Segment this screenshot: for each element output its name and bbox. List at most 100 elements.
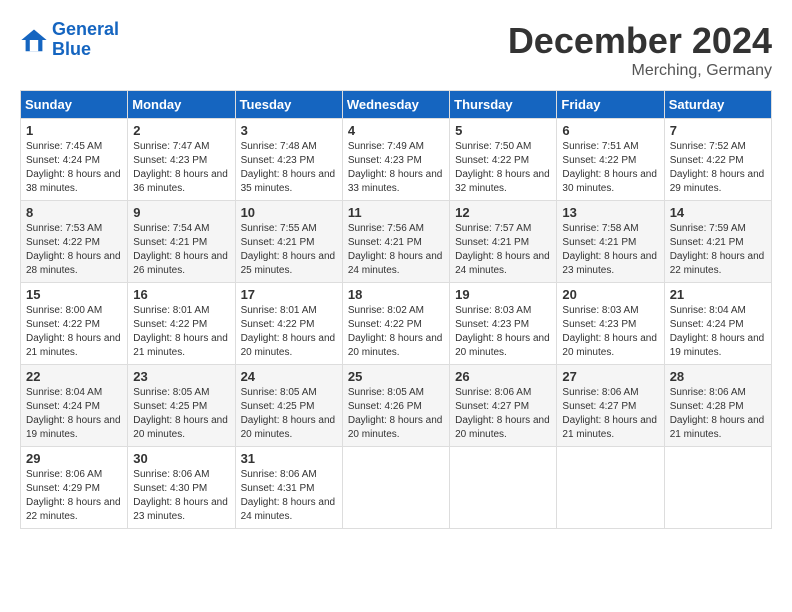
daylight-text: Daylight: 8 hours and 28 minutes. [26, 250, 122, 278]
daylight-text: Daylight: 8 hours and 22 minutes. [26, 496, 122, 524]
day-info: Sunrise: 8:04 AM Sunset: 4:24 PM Dayligh… [670, 304, 766, 360]
calendar-day-cell: 28 Sunrise: 8:06 AM Sunset: 4:28 PM Dayl… [664, 365, 771, 447]
day-number: 9 [133, 205, 229, 220]
daylight-text: Daylight: 8 hours and 20 minutes. [455, 332, 551, 360]
sunset-text: Sunset: 4:23 PM [562, 318, 658, 332]
sunrise-text: Sunrise: 7:53 AM [26, 222, 122, 236]
location: Merching, Germany [508, 62, 772, 80]
day-number: 14 [670, 205, 766, 220]
sunset-text: Sunset: 4:23 PM [133, 154, 229, 168]
day-number: 8 [26, 205, 122, 220]
calendar-day-cell: 2 Sunrise: 7:47 AM Sunset: 4:23 PM Dayli… [128, 119, 235, 201]
day-number: 6 [562, 123, 658, 138]
sunrise-text: Sunrise: 8:00 AM [26, 304, 122, 318]
daylight-text: Daylight: 8 hours and 36 minutes. [133, 168, 229, 196]
daylight-text: Daylight: 8 hours and 20 minutes. [562, 332, 658, 360]
calendar-week-row: 8 Sunrise: 7:53 AM Sunset: 4:22 PM Dayli… [21, 201, 772, 283]
month-title: December 2024 [508, 20, 772, 62]
calendar-header: SundayMondayTuesdayWednesdayThursdayFrid… [21, 91, 772, 119]
day-info: Sunrise: 8:01 AM Sunset: 4:22 PM Dayligh… [133, 304, 229, 360]
calendar-day-cell: 13 Sunrise: 7:58 AM Sunset: 4:21 PM Dayl… [557, 201, 664, 283]
day-info: Sunrise: 7:45 AM Sunset: 4:24 PM Dayligh… [26, 140, 122, 196]
sunset-text: Sunset: 4:22 PM [133, 318, 229, 332]
day-number: 21 [670, 287, 766, 302]
sunset-text: Sunset: 4:23 PM [241, 154, 337, 168]
calendar-day-cell: 22 Sunrise: 8:04 AM Sunset: 4:24 PM Dayl… [21, 365, 128, 447]
calendar-day-cell: 24 Sunrise: 8:05 AM Sunset: 4:25 PM Dayl… [235, 365, 342, 447]
day-number: 4 [348, 123, 444, 138]
calendar-day-cell: 6 Sunrise: 7:51 AM Sunset: 4:22 PM Dayli… [557, 119, 664, 201]
day-info: Sunrise: 8:06 AM Sunset: 4:27 PM Dayligh… [455, 386, 551, 442]
sunrise-text: Sunrise: 7:49 AM [348, 140, 444, 154]
day-number: 29 [26, 451, 122, 466]
daylight-text: Daylight: 8 hours and 23 minutes. [133, 496, 229, 524]
day-number: 22 [26, 369, 122, 384]
calendar-table: SundayMondayTuesdayWednesdayThursdayFrid… [20, 90, 772, 529]
day-number: 10 [241, 205, 337, 220]
daylight-text: Daylight: 8 hours and 20 minutes. [133, 414, 229, 442]
calendar-day-cell: 9 Sunrise: 7:54 AM Sunset: 4:21 PM Dayli… [128, 201, 235, 283]
day-number: 28 [670, 369, 766, 384]
sunrise-text: Sunrise: 8:01 AM [133, 304, 229, 318]
sunrise-text: Sunrise: 8:04 AM [670, 304, 766, 318]
sunset-text: Sunset: 4:21 PM [348, 236, 444, 250]
daylight-text: Daylight: 8 hours and 38 minutes. [26, 168, 122, 196]
daylight-text: Daylight: 8 hours and 19 minutes. [26, 414, 122, 442]
day-info: Sunrise: 8:01 AM Sunset: 4:22 PM Dayligh… [241, 304, 337, 360]
sunrise-text: Sunrise: 7:54 AM [133, 222, 229, 236]
logo-icon [20, 26, 48, 54]
sunrise-text: Sunrise: 7:48 AM [241, 140, 337, 154]
day-info: Sunrise: 7:57 AM Sunset: 4:21 PM Dayligh… [455, 222, 551, 278]
daylight-text: Daylight: 8 hours and 35 minutes. [241, 168, 337, 196]
calendar-day-cell: 1 Sunrise: 7:45 AM Sunset: 4:24 PM Dayli… [21, 119, 128, 201]
day-info: Sunrise: 7:51 AM Sunset: 4:22 PM Dayligh… [562, 140, 658, 196]
calendar-day-cell: 12 Sunrise: 7:57 AM Sunset: 4:21 PM Dayl… [450, 201, 557, 283]
day-info: Sunrise: 8:03 AM Sunset: 4:23 PM Dayligh… [562, 304, 658, 360]
day-info: Sunrise: 7:56 AM Sunset: 4:21 PM Dayligh… [348, 222, 444, 278]
sunrise-text: Sunrise: 8:04 AM [26, 386, 122, 400]
calendar-day-cell: 7 Sunrise: 7:52 AM Sunset: 4:22 PM Dayli… [664, 119, 771, 201]
calendar-week-row: 15 Sunrise: 8:00 AM Sunset: 4:22 PM Dayl… [21, 283, 772, 365]
sunrise-text: Sunrise: 7:55 AM [241, 222, 337, 236]
calendar-day-cell: 14 Sunrise: 7:59 AM Sunset: 4:21 PM Dayl… [664, 201, 771, 283]
daylight-text: Daylight: 8 hours and 29 minutes. [670, 168, 766, 196]
day-info: Sunrise: 7:55 AM Sunset: 4:21 PM Dayligh… [241, 222, 337, 278]
daylight-text: Daylight: 8 hours and 23 minutes. [562, 250, 658, 278]
day-number: 18 [348, 287, 444, 302]
sunrise-text: Sunrise: 8:06 AM [670, 386, 766, 400]
daylight-text: Daylight: 8 hours and 24 minutes. [348, 250, 444, 278]
sunrise-text: Sunrise: 8:03 AM [455, 304, 551, 318]
sunset-text: Sunset: 4:29 PM [26, 482, 122, 496]
sunrise-text: Sunrise: 7:59 AM [670, 222, 766, 236]
sunset-text: Sunset: 4:22 PM [241, 318, 337, 332]
sunrise-text: Sunrise: 8:06 AM [26, 468, 122, 482]
sunrise-text: Sunrise: 8:05 AM [241, 386, 337, 400]
weekday-row: SundayMondayTuesdayWednesdayThursdayFrid… [21, 91, 772, 119]
calendar-day-cell: 30 Sunrise: 8:06 AM Sunset: 4:30 PM Dayl… [128, 447, 235, 529]
calendar-week-row: 22 Sunrise: 8:04 AM Sunset: 4:24 PM Dayl… [21, 365, 772, 447]
calendar-day-cell: 31 Sunrise: 8:06 AM Sunset: 4:31 PM Dayl… [235, 447, 342, 529]
daylight-text: Daylight: 8 hours and 20 minutes. [348, 332, 444, 360]
day-info: Sunrise: 7:58 AM Sunset: 4:21 PM Dayligh… [562, 222, 658, 278]
calendar-day-cell: 11 Sunrise: 7:56 AM Sunset: 4:21 PM Dayl… [342, 201, 449, 283]
sunset-text: Sunset: 4:21 PM [241, 236, 337, 250]
sunrise-text: Sunrise: 8:03 AM [562, 304, 658, 318]
sunset-text: Sunset: 4:21 PM [133, 236, 229, 250]
sunrise-text: Sunrise: 8:05 AM [348, 386, 444, 400]
sunrise-text: Sunrise: 8:06 AM [455, 386, 551, 400]
sunset-text: Sunset: 4:26 PM [348, 400, 444, 414]
weekday-header: Thursday [450, 91, 557, 119]
day-info: Sunrise: 8:06 AM Sunset: 4:27 PM Dayligh… [562, 386, 658, 442]
sunset-text: Sunset: 4:24 PM [670, 318, 766, 332]
sunset-text: Sunset: 4:24 PM [26, 154, 122, 168]
day-number: 26 [455, 369, 551, 384]
day-info: Sunrise: 7:59 AM Sunset: 4:21 PM Dayligh… [670, 222, 766, 278]
calendar-day-cell: 18 Sunrise: 8:02 AM Sunset: 4:22 PM Dayl… [342, 283, 449, 365]
calendar-day-cell [342, 447, 449, 529]
day-number: 16 [133, 287, 229, 302]
day-info: Sunrise: 8:00 AM Sunset: 4:22 PM Dayligh… [26, 304, 122, 360]
calendar-day-cell: 25 Sunrise: 8:05 AM Sunset: 4:26 PM Dayl… [342, 365, 449, 447]
day-info: Sunrise: 7:52 AM Sunset: 4:22 PM Dayligh… [670, 140, 766, 196]
daylight-text: Daylight: 8 hours and 26 minutes. [133, 250, 229, 278]
sunrise-text: Sunrise: 8:02 AM [348, 304, 444, 318]
